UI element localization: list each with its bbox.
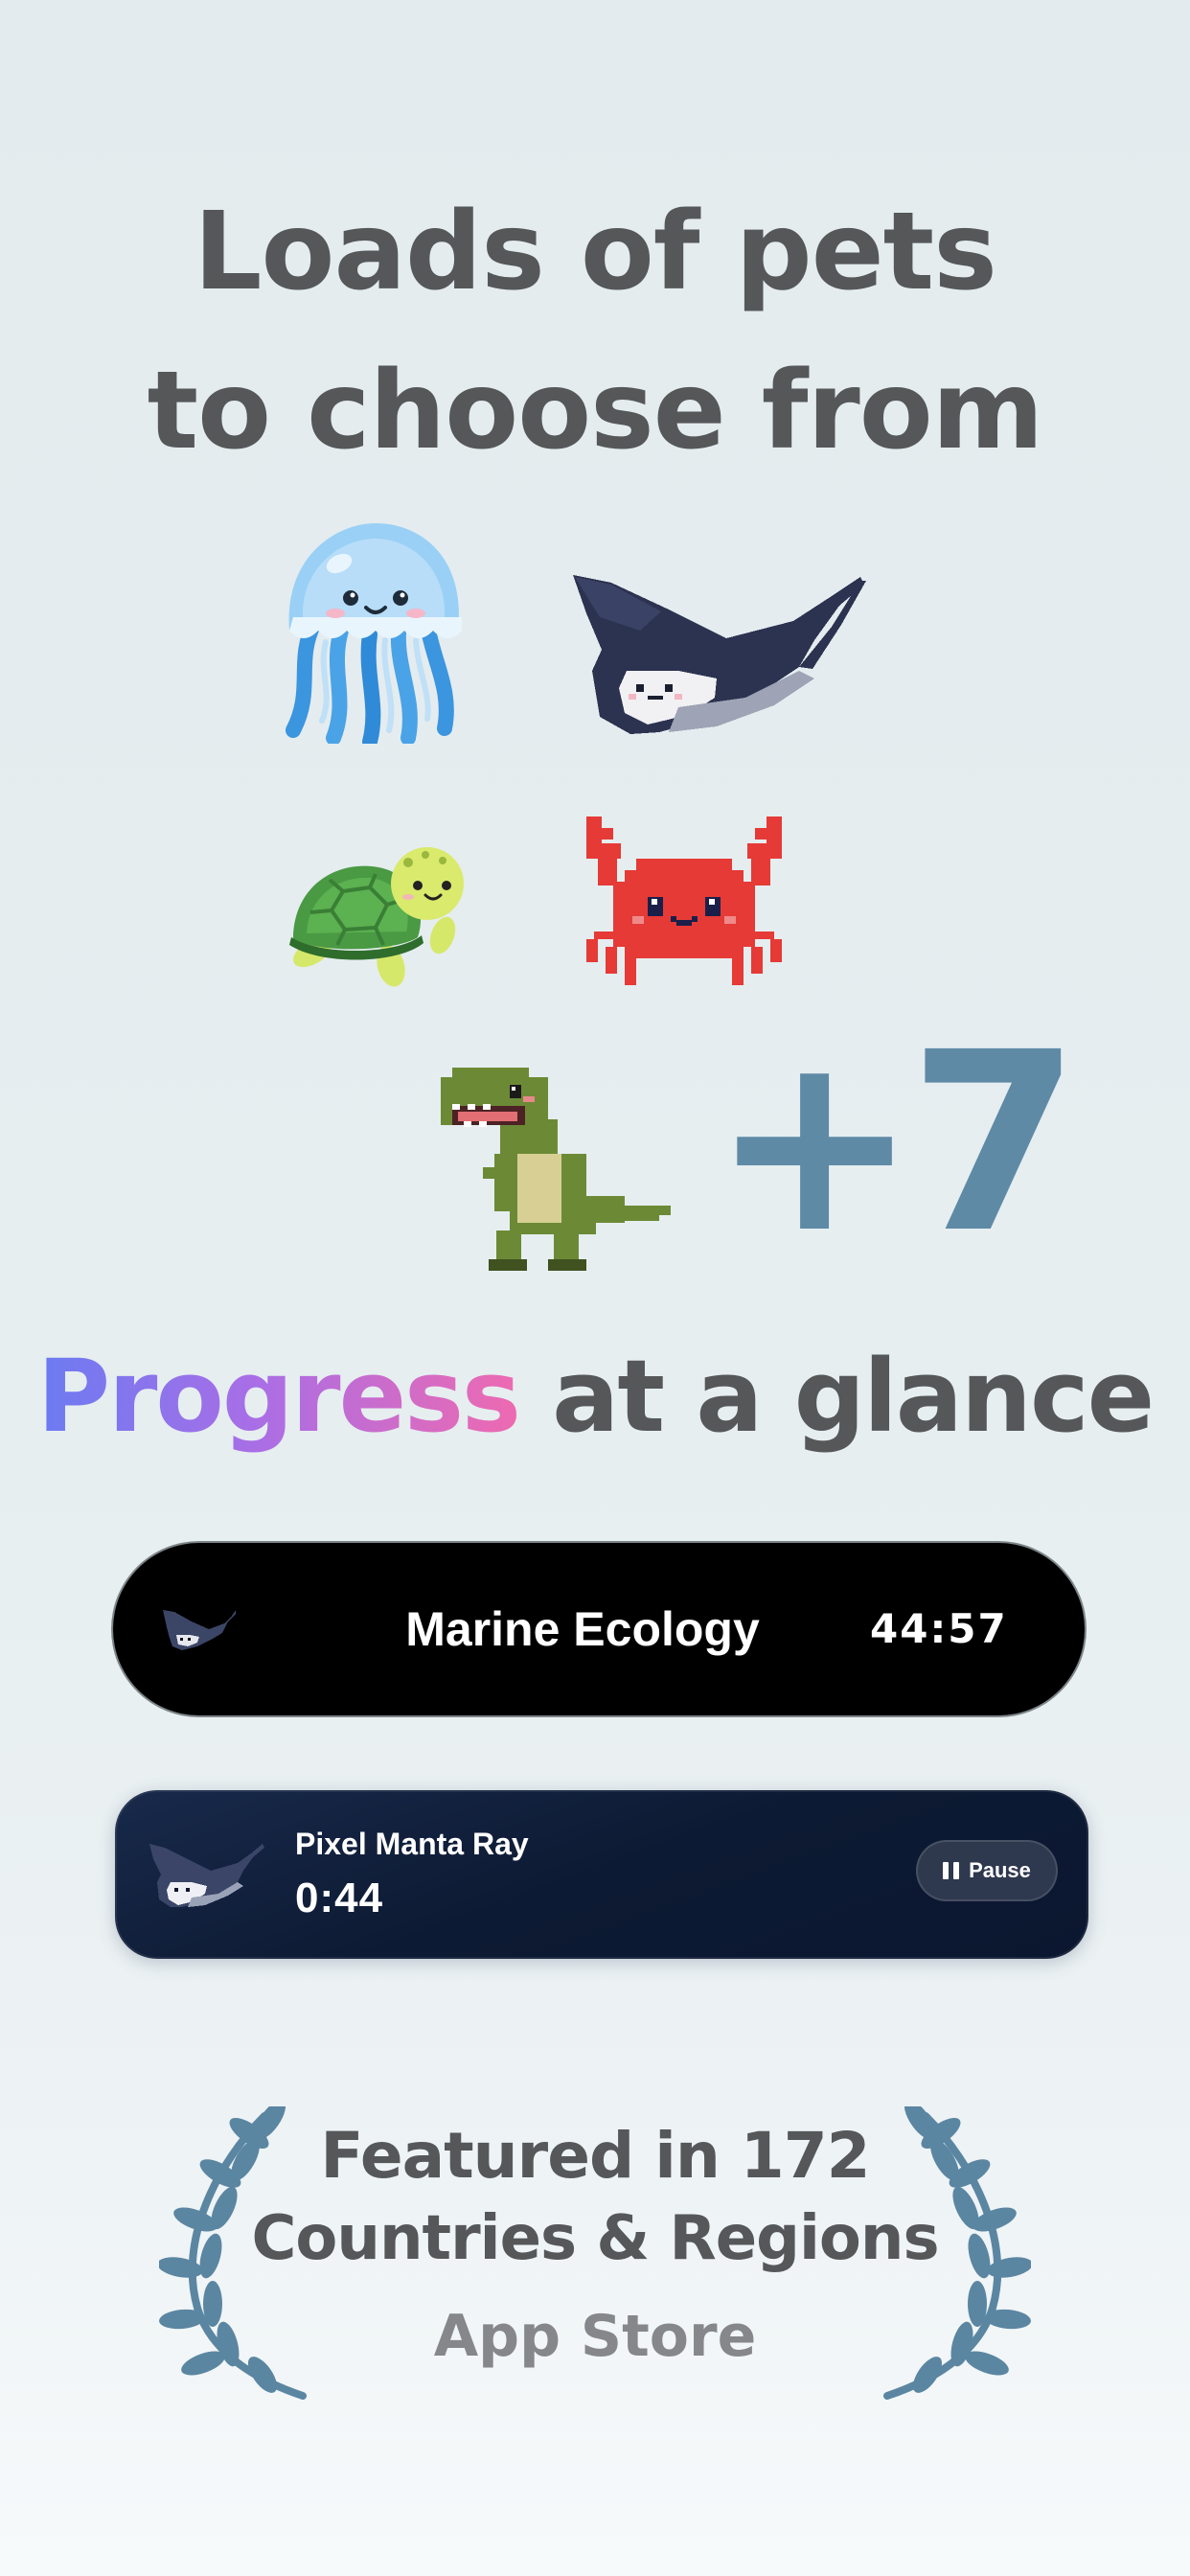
elapsed-time: 0:44 (295, 1874, 384, 1921)
progress-heading-accent: Progress (36, 1338, 521, 1455)
manta-ray-icon (573, 575, 866, 734)
headline-line-1: Loads of pets (194, 190, 997, 314)
progress-heading-rest: at a glance (552, 1338, 1155, 1455)
session-title: Marine Ecology (405, 1602, 760, 1656)
pause-icon (943, 1862, 960, 1879)
dynamic-island[interactable]: Marine Ecology 44:57 (113, 1543, 1085, 1715)
live-activity-card[interactable]: Pixel Manta Ray 0:44 Pause (115, 1790, 1088, 1959)
sea-turtle-icon (289, 847, 464, 987)
pause-button[interactable]: Pause (916, 1840, 1058, 1901)
award-line-2: Countries & Regions (251, 2203, 939, 2274)
headline-line-2: to choose from (147, 349, 1044, 473)
headline: Loads of pets to choose from (0, 172, 1190, 491)
jellyfish-icon (286, 523, 462, 744)
t-rex-icon (441, 1068, 671, 1271)
countdown-timer: 44:57 (870, 1605, 1008, 1652)
pause-button-label: Pause (969, 1858, 1031, 1882)
manta-ray-icon (163, 1610, 236, 1650)
progress-heading: Progress at a glance (0, 1334, 1190, 1459)
award-store: App Store (433, 2303, 757, 2370)
pet-name: Pixel Manta Ray (295, 1827, 529, 1861)
more-pets-count: +7 (711, 1000, 1081, 1287)
crab-icon (586, 816, 782, 985)
award-line-1: Featured in 172 (320, 2119, 870, 2193)
manta-ray-icon (149, 1844, 264, 1907)
